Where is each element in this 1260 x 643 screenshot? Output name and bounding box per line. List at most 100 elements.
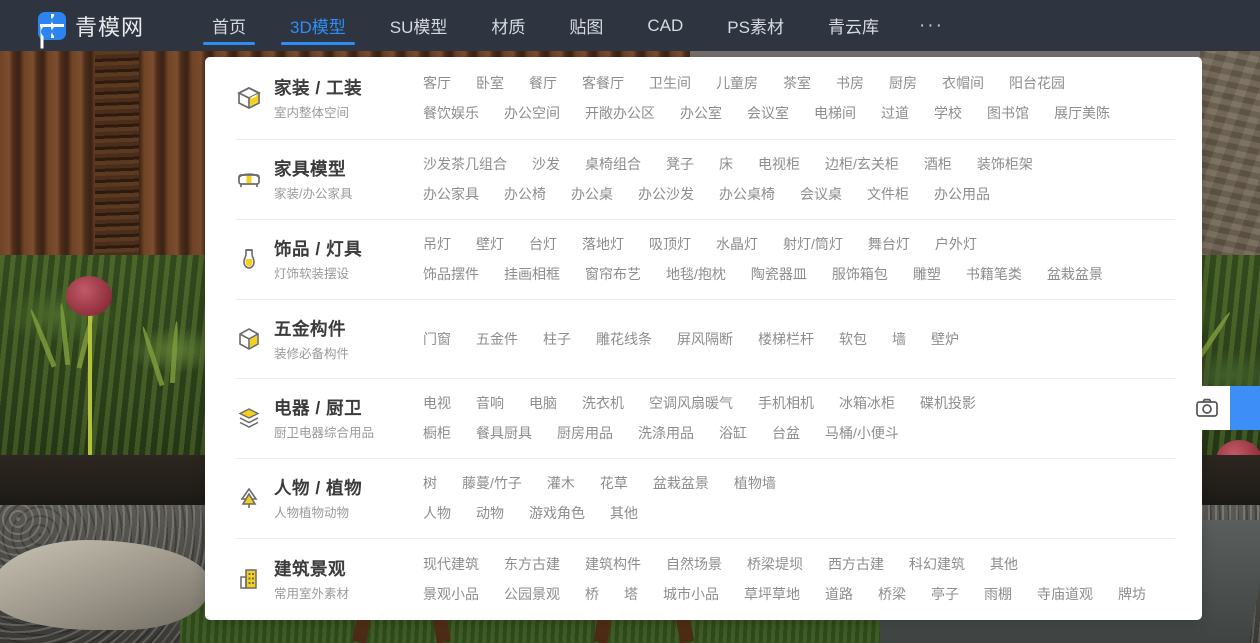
link[interactable]: 床	[719, 154, 733, 174]
link[interactable]: 电梯间	[814, 103, 856, 123]
link[interactable]: 学校	[934, 103, 962, 123]
link[interactable]: 碟机投影	[920, 393, 976, 413]
link[interactable]: 雨棚	[984, 584, 1012, 604]
link[interactable]: 餐厅	[529, 73, 557, 93]
link[interactable]: 盆栽盆景	[653, 473, 709, 493]
link[interactable]: 水晶灯	[716, 234, 758, 254]
link[interactable]: 办公家具	[423, 184, 479, 204]
category-header-architecture[interactable]: 建筑景观 常用室外素材	[235, 556, 423, 602]
link[interactable]: 吊灯	[423, 234, 451, 254]
category-header-appliances[interactable]: 电器 / 厨卫 厨卫电器综合用品	[235, 395, 423, 441]
link[interactable]: 五金件	[476, 329, 518, 349]
link[interactable]: 浴缸	[719, 423, 747, 443]
link[interactable]: 雕花线条	[596, 329, 652, 349]
link[interactable]: 建筑构件	[585, 554, 641, 574]
nav-item-3d-models[interactable]: 3D模型	[275, 0, 361, 51]
link[interactable]: 文件柜	[867, 184, 909, 204]
link[interactable]: 厨房	[889, 73, 917, 93]
link[interactable]: 软包	[839, 329, 867, 349]
category-header-interior[interactable]: 家装 / 工装 室内整体空间	[235, 75, 423, 121]
link[interactable]: 花草	[600, 473, 628, 493]
link[interactable]: 游戏角色	[529, 503, 585, 523]
link[interactable]: 舞台灯	[868, 234, 910, 254]
link[interactable]: 阳台花园	[1009, 73, 1065, 93]
link[interactable]: 凳子	[666, 154, 694, 174]
link[interactable]: 办公室	[680, 103, 722, 123]
link[interactable]: 吸顶灯	[649, 234, 691, 254]
link[interactable]: 桌椅组合	[585, 154, 641, 174]
link[interactable]: 自然场景	[666, 554, 722, 574]
link[interactable]: 户外灯	[935, 234, 977, 254]
link[interactable]: 办公用品	[934, 184, 990, 204]
camera-screenshot-button[interactable]	[1184, 386, 1230, 430]
link[interactable]: 服饰箱包	[832, 264, 888, 284]
link[interactable]: 屏风隔断	[677, 329, 733, 349]
nav-item-textures[interactable]: 贴图	[554, 0, 618, 51]
link[interactable]: 图书馆	[987, 103, 1029, 123]
link[interactable]: 道路	[825, 584, 853, 604]
link[interactable]: 现代建筑	[423, 554, 479, 574]
link[interactable]: 其他	[990, 554, 1018, 574]
link[interactable]: 台盆	[772, 423, 800, 443]
nav-item-home[interactable]: 首页	[197, 0, 261, 51]
nav-item-qingyun-library[interactable]: 青云库	[813, 0, 894, 51]
link[interactable]: 藤蔓/竹子	[462, 473, 522, 493]
link[interactable]: 手机相机	[758, 393, 814, 413]
link[interactable]: 电视	[423, 393, 451, 413]
link[interactable]: 餐饮娱乐	[423, 103, 479, 123]
link[interactable]: 柱子	[543, 329, 571, 349]
nav-more-icon[interactable]: ···	[909, 0, 954, 51]
link[interactable]: 会议室	[747, 103, 789, 123]
link[interactable]: 边柜/玄关柜	[825, 154, 899, 174]
link[interactable]: 桥梁	[878, 584, 906, 604]
link[interactable]: 壁灯	[476, 234, 504, 254]
link[interactable]: 灌木	[547, 473, 575, 493]
link[interactable]: 电视柜	[758, 154, 800, 174]
link[interactable]: 开敞办公区	[585, 103, 655, 123]
link[interactable]: 桥梁堤坝	[747, 554, 803, 574]
link[interactable]: 餐具厨具	[476, 423, 532, 443]
link[interactable]: 门窗	[423, 329, 451, 349]
category-header-people-plants[interactable]: 人物 / 植物 人物植物动物	[235, 475, 423, 521]
link[interactable]: 书籍笔类	[966, 264, 1022, 284]
link[interactable]: 客厅	[423, 73, 451, 93]
link[interactable]: 厨房用品	[557, 423, 613, 443]
link[interactable]: 过道	[881, 103, 909, 123]
link[interactable]: 办公桌	[571, 184, 613, 204]
link[interactable]: 衣帽间	[942, 73, 984, 93]
link[interactable]: 牌坊	[1118, 584, 1146, 604]
link[interactable]: 卧室	[476, 73, 504, 93]
nav-item-cad[interactable]: CAD	[632, 0, 698, 51]
link[interactable]: 西方古建	[828, 554, 884, 574]
category-header-lighting[interactable]: 饰品 / 灯具 灯饰软装摆设	[235, 236, 423, 282]
link[interactable]: 植物墙	[734, 473, 776, 493]
link[interactable]: 沙发茶几组合	[423, 154, 507, 174]
nav-item-ps-assets[interactable]: PS素材	[712, 0, 799, 51]
link[interactable]: 冰箱冰柜	[839, 393, 895, 413]
link[interactable]: 壁炉	[931, 329, 959, 349]
link[interactable]: 草坪草地	[744, 584, 800, 604]
link[interactable]: 景观小品	[423, 584, 479, 604]
link[interactable]: 洗衣机	[582, 393, 624, 413]
link[interactable]: 盆栽盆景	[1047, 264, 1103, 284]
nav-item-su-models[interactable]: SU模型	[375, 0, 463, 51]
link[interactable]: 马桶/小便斗	[825, 423, 899, 443]
link[interactable]: 会议桌	[800, 184, 842, 204]
link[interactable]: 树	[423, 473, 437, 493]
nav-item-materials[interactable]: 材质	[476, 0, 540, 51]
link[interactable]: 墙	[892, 329, 906, 349]
link[interactable]: 台灯	[529, 234, 557, 254]
site-logo[interactable]: 青模网	[38, 10, 144, 42]
link[interactable]: 酒柜	[924, 154, 952, 174]
link[interactable]: 动物	[476, 503, 504, 523]
link[interactable]: 沙发	[532, 154, 560, 174]
link[interactable]: 寺庙道观	[1037, 584, 1093, 604]
link[interactable]: 落地灯	[582, 234, 624, 254]
link[interactable]: 公园景观	[504, 584, 560, 604]
link[interactable]: 城市小品	[663, 584, 719, 604]
link[interactable]: 挂画相框	[504, 264, 560, 284]
link[interactable]: 桥	[585, 584, 599, 604]
link[interactable]: 电脑	[529, 393, 557, 413]
link[interactable]: 窗帘布艺	[585, 264, 641, 284]
link[interactable]: 射灯/筒灯	[783, 234, 843, 254]
